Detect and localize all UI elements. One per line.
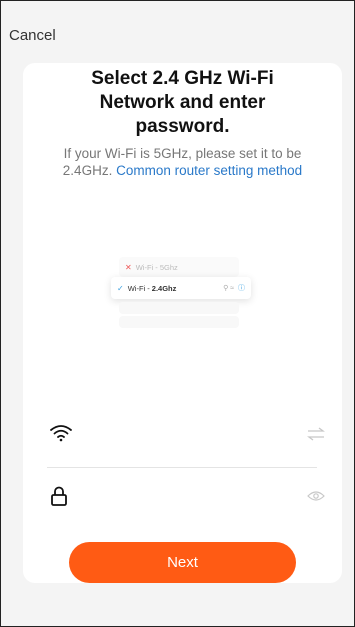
illustration-row-5g: ✕ Wi-Fi - 5Ghz (119, 257, 239, 277)
page-title: Select 2.4 GHz Wi-Fi Network and enter p… (91, 68, 274, 137)
screen-frame: Cancel Select 2.4 GHz Wi-Fi Network and … (0, 0, 355, 627)
illustration-row-placeholder (119, 302, 239, 314)
password-field[interactable] (45, 485, 325, 511)
signal-icons: ⚲ ≈ ⓘ (223, 285, 245, 292)
router-setting-link[interactable]: Common router setting method (116, 163, 302, 178)
illustration-row-placeholder (119, 316, 239, 328)
wifi-illustration: ✕ Wi-Fi - 5Ghz ✓ Wi-Fi - 2.4Ghz ⚲ ≈ ⓘ (111, 253, 251, 333)
next-button[interactable]: Next (69, 542, 296, 583)
cancel-button[interactable]: Cancel (9, 27, 56, 44)
illustration-row-24g: ✓ Wi-Fi - 2.4Ghz ⚲ ≈ ⓘ (111, 277, 251, 299)
illustration-24g-prefix: Wi-Fi - (127, 283, 150, 293)
illustration-24g-bold: 2.4Ghz (151, 283, 177, 293)
switch-network-icon[interactable] (307, 427, 325, 446)
wifi-icon (49, 423, 73, 448)
illustration-5g-label: Wi-Fi - 5Ghz (135, 262, 178, 272)
lock-icon (49, 485, 69, 512)
eye-icon[interactable] (307, 489, 325, 507)
instruction-text: If your Wi-Fi is 5GHz, please set it to … (37, 145, 328, 179)
check-icon: ✓ (117, 283, 124, 293)
wifi-network-field[interactable] (45, 423, 325, 449)
field-divider (47, 467, 317, 468)
cross-icon: ✕ (125, 262, 132, 272)
